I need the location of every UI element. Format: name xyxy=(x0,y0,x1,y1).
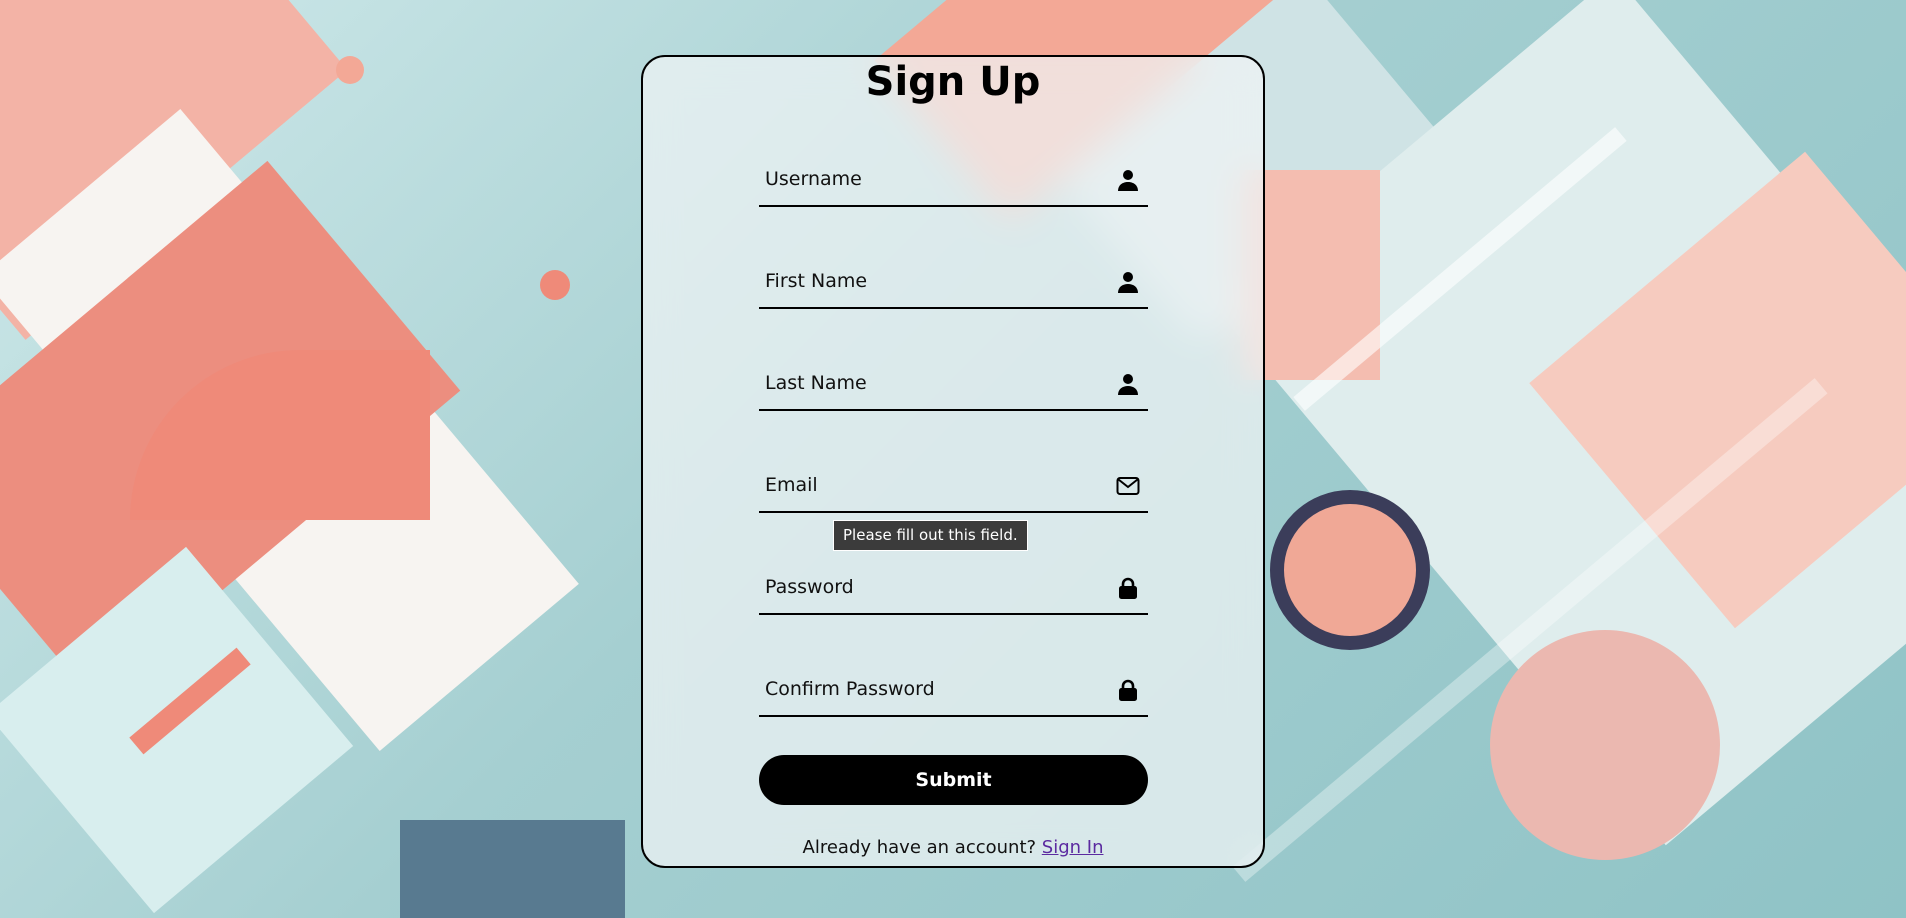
first-name-field xyxy=(759,254,1148,309)
bg-shape xyxy=(400,820,625,918)
signin-prompt: Already have an account? Sign In xyxy=(643,837,1263,858)
envelope-icon xyxy=(1116,474,1140,498)
page-title: Sign Up xyxy=(865,59,1041,105)
username-field xyxy=(759,152,1148,207)
user-icon xyxy=(1116,372,1140,396)
first-name-input[interactable] xyxy=(759,254,1148,307)
confirm-password-input[interactable] xyxy=(759,662,1148,715)
bg-circle xyxy=(1490,630,1720,860)
user-icon xyxy=(1116,168,1140,192)
signin-prompt-text: Already have an account? xyxy=(802,837,1042,858)
lock-icon xyxy=(1116,576,1140,600)
user-icon xyxy=(1116,270,1140,294)
email-input[interactable] xyxy=(759,458,1148,511)
confirm-password-field xyxy=(759,662,1148,717)
username-input[interactable] xyxy=(759,152,1148,205)
bg-circle xyxy=(1270,490,1430,650)
bg-dot xyxy=(336,56,364,84)
email-field xyxy=(759,458,1148,513)
password-input[interactable] xyxy=(759,560,1148,613)
bg-dot xyxy=(540,270,570,300)
submit-button[interactable]: Submit xyxy=(759,755,1148,805)
lock-icon xyxy=(1116,678,1140,702)
last-name-field xyxy=(759,356,1148,411)
validation-tooltip: Please fill out this field. xyxy=(833,520,1028,551)
password-field xyxy=(759,560,1148,615)
last-name-input[interactable] xyxy=(759,356,1148,409)
signin-link[interactable]: Sign In xyxy=(1042,837,1104,858)
signup-card: Sign Up Submit xyxy=(641,55,1265,868)
